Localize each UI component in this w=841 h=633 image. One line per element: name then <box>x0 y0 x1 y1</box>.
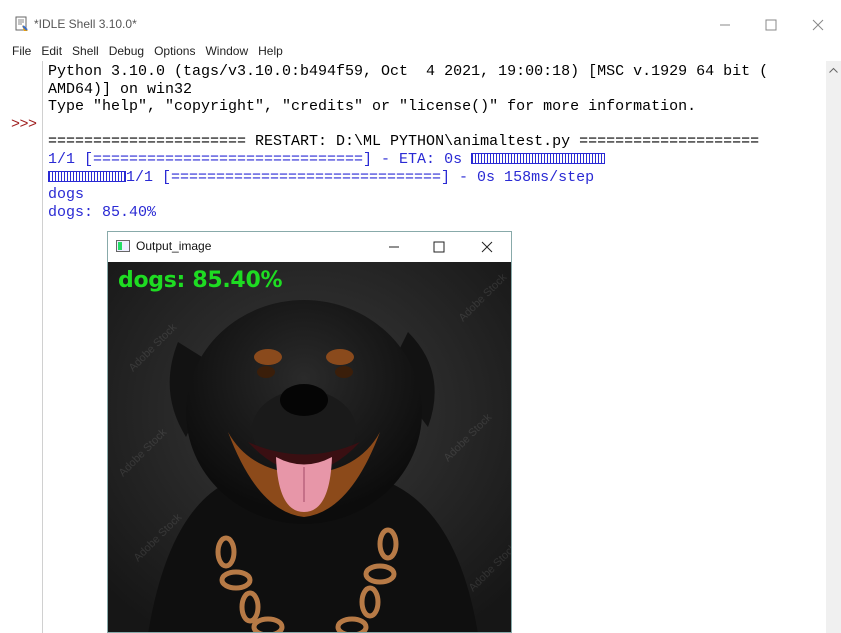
idle-app-icon <box>15 16 28 31</box>
prediction-label: dogs: 85.40% <box>118 268 283 293</box>
progress-text-2: 1/1 [==============================] - 0… <box>126 168 595 186</box>
title-bar: *IDLE Shell 3.10.0* <box>0 0 841 40</box>
menu-options[interactable]: Options <box>148 41 199 61</box>
maximize-button[interactable] <box>748 10 794 40</box>
dog-photo: Adobe Stock Adobe Stock Adobe Stock Adob… <box>108 262 511 632</box>
window-title: *IDLE Shell 3.10.0* <box>34 17 137 31</box>
menu-file[interactable]: File <box>0 41 35 61</box>
shell-line-progress-2: 1/1 [==============================] - 0… <box>48 169 824 187</box>
close-icon <box>812 19 824 31</box>
output-maximize-button[interactable] <box>428 238 450 256</box>
shell-line-prediction: dogs: 85.40% <box>48 203 157 221</box>
menu-bar: File Edit Shell Debug Options Window Hel… <box>0 41 287 61</box>
shell-line-banner-2: AMD64)] on win32 <box>48 80 193 98</box>
output-window-title: Output_image <box>136 239 212 253</box>
minimize-icon <box>720 24 730 26</box>
menu-shell[interactable]: Shell <box>66 41 103 61</box>
prompt-gutter: >>> <box>0 61 42 633</box>
scroll-up-button[interactable] <box>826 63 841 77</box>
maximize-icon <box>765 19 777 31</box>
menu-edit[interactable]: Edit <box>35 41 66 61</box>
gutter-divider <box>42 61 43 633</box>
squeezed-output-icon[interactable] <box>48 170 126 182</box>
output-close-button[interactable] <box>476 238 498 256</box>
chevron-up-icon <box>829 67 838 73</box>
minimize-icon <box>389 246 399 248</box>
output-minimize-button[interactable] <box>383 238 405 256</box>
menu-debug[interactable]: Debug <box>103 41 148 61</box>
menu-help[interactable]: Help <box>252 41 287 61</box>
minimize-button[interactable] <box>702 10 748 40</box>
rottweiler-illustration: Adobe Stock Adobe Stock Adobe Stock Adob… <box>108 262 511 632</box>
close-button[interactable] <box>795 10 841 40</box>
maximize-icon <box>433 241 445 253</box>
shell-line-blank <box>48 116 824 134</box>
shell-line-banner-1: Python 3.10.0 (tags/v3.10.0:b494f59, Oct… <box>48 63 769 80</box>
progress-text-1: 1/1 [==============================] - E… <box>48 150 472 168</box>
shell-line-banner-3: Type "help", "copyright", "credits" or "… <box>48 98 697 116</box>
shell-prompt: >>> <box>11 116 37 133</box>
vertical-scrollbar[interactable] <box>826 61 841 633</box>
output-window-title-bar[interactable]: Output_image <box>108 232 511 262</box>
shell-line-class: dogs <box>48 186 85 204</box>
output-image-window[interactable]: Output_image Adobe Stock Adobe Stock Ado… <box>107 231 512 633</box>
shell-line-progress-1: 1/1 [==============================] - E… <box>48 151 824 169</box>
opencv-window-icon <box>116 240 130 252</box>
squeezed-output-icon[interactable] <box>471 152 606 164</box>
menu-window[interactable]: Window <box>199 41 252 61</box>
close-icon <box>481 241 493 253</box>
shell-line-restart: ====================== RESTART: D:\ML PY… <box>48 133 760 151</box>
